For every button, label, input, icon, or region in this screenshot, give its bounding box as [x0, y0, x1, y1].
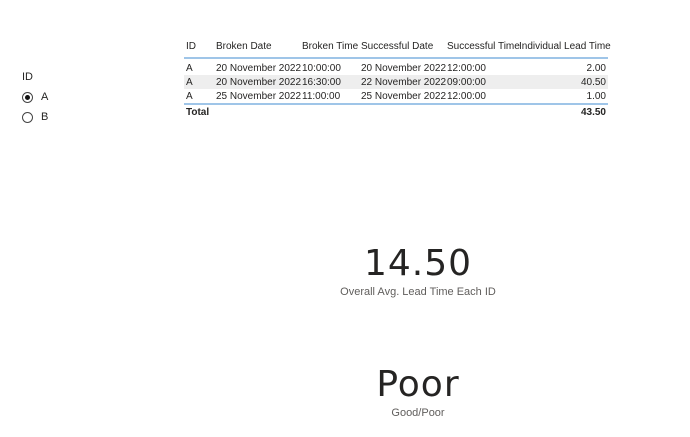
- id-slicer: ID A B: [22, 71, 142, 127]
- cell-successful-date: 20 November 2022: [361, 62, 447, 74]
- column-header-broken-date[interactable]: Broken Date: [214, 36, 300, 59]
- table-row: A 25 November 2022 11:00:00 25 November …: [184, 89, 608, 104]
- cell-broken-date: 20 November 2022: [216, 62, 302, 74]
- column-header-successful-date[interactable]: Successful Date: [359, 36, 445, 59]
- cell-individual-lead-time: 1.00: [586, 90, 606, 102]
- cell-successful-date: 25 November 2022: [361, 90, 447, 102]
- total-label: Total: [184, 103, 214, 119]
- column-header-broken-time[interactable]: Broken Time: [300, 36, 359, 59]
- cell-broken-time: 11:00:00: [302, 90, 341, 102]
- cell-broken-time: 16:30:00: [300, 75, 359, 89]
- slicer-title: ID: [22, 71, 33, 83]
- cell-id: A: [184, 75, 214, 89]
- card-value: Poor: [376, 364, 460, 405]
- radio-selected-icon[interactable]: [22, 91, 33, 103]
- avg-lead-time-card: 14.50 Overall Avg. Lead Time Each ID: [300, 243, 536, 299]
- cell-successful-time: 12:00:00: [447, 62, 486, 74]
- table-row: A 20 November 2022 16:30:00 22 November …: [184, 75, 608, 89]
- column-header-successful-time[interactable]: Successful Time: [445, 36, 520, 59]
- radio-unselected-icon[interactable]: [22, 111, 33, 123]
- table-row: A 20 November 2022 10:00:00 20 November …: [184, 58, 608, 75]
- cell-broken-date: 20 November 2022: [214, 75, 302, 89]
- lead-time-table: ID Broken Date Broken Time Successful Da…: [184, 36, 611, 119]
- slicer-option-label: B: [41, 111, 49, 123]
- cell-successful-time: 12:00:00: [447, 90, 486, 102]
- card-label: Good/Poor: [391, 407, 445, 419]
- table-total-row: Total 43.50: [184, 103, 608, 119]
- column-header-id[interactable]: ID: [184, 36, 214, 59]
- slicer-option-a[interactable]: A: [22, 87, 142, 107]
- card-value: 14.50: [363, 243, 473, 284]
- cell-id: A: [186, 90, 193, 102]
- cell-successful-time: 09:00:00: [445, 75, 517, 89]
- column-header-individual-lead-time[interactable]: Individual Lead Time: [517, 36, 611, 59]
- cell-broken-time: 10:00:00: [302, 62, 341, 74]
- table-header-row: ID Broken Date Broken Time Successful Da…: [184, 36, 611, 59]
- cell-broken-date: 25 November 2022: [216, 90, 302, 102]
- cell-individual-lead-time: 2.00: [586, 62, 606, 74]
- slicer-option-b[interactable]: B: [22, 107, 142, 127]
- cell-id: A: [186, 62, 193, 74]
- card-label: Overall Avg. Lead Time Each ID: [340, 286, 496, 298]
- total-value: 43.50: [517, 103, 608, 119]
- rating-card: Poor Good/Poor: [300, 364, 536, 420]
- cell-successful-date: 22 November 2022: [359, 75, 447, 89]
- slicer-option-label: A: [41, 91, 49, 103]
- cell-individual-lead-time: 40.50: [517, 75, 608, 89]
